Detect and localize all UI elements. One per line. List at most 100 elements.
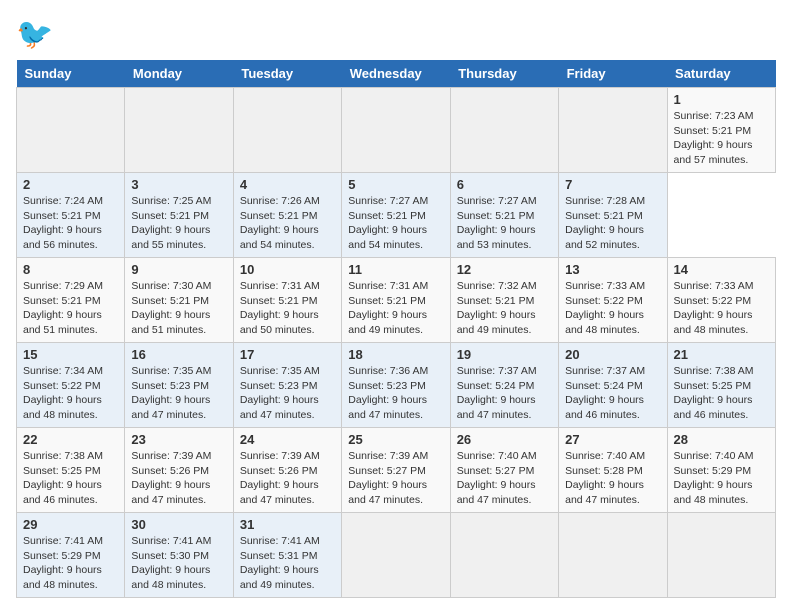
- calendar-cell: 3Sunrise: 7:25 AMSunset: 5:21 PMDaylight…: [125, 173, 233, 258]
- day-number: 18: [348, 347, 443, 362]
- calendar-cell: 12 Sunrise: 7:32 AMSunset: 5:21 PMDayligh…: [450, 258, 558, 343]
- calendar-cell: 31Sunrise: 7:41 AMSunset: 5:31 PMDayligh…: [233, 513, 341, 598]
- day-info: Sunrise: 7:39 AMSunset: 5:27 PMDaylight:…: [348, 449, 443, 508]
- day-info: Sunrise: 7:33 AMSunset: 5:22 PMDaylight:…: [565, 279, 660, 338]
- day-number: 30: [131, 517, 226, 532]
- calendar-cell: 19 Sunrise: 7:37 AMSunset: 5:24 PMDayligh…: [450, 343, 558, 428]
- calendar-cell: 4 Sunrise: 7:26 AMSunset: 5:21 PMDaylight…: [233, 173, 341, 258]
- svg-text:🐦: 🐦: [16, 18, 52, 51]
- day-number: 31: [240, 517, 335, 532]
- calendar-week-5: 29Sunrise: 7:41 AMSunset: 5:29 PMDayligh…: [17, 513, 776, 598]
- day-info: Sunrise: 7:24 AMSunset: 5:21 PMDaylight:…: [23, 194, 118, 253]
- day-number: 3: [131, 177, 226, 192]
- day-info: Sunrise: 7:32 AMSunset: 5:21 PMDaylight:…: [457, 279, 552, 338]
- calendar-table: SundayMondayTuesdayWednesdayThursdayFrid…: [16, 60, 776, 598]
- day-number: 16: [131, 347, 226, 362]
- calendar-cell: [559, 513, 667, 598]
- day-number: 29: [23, 517, 118, 532]
- day-info: Sunrise: 7:31 AMSunset: 5:21 PMDaylight:…: [240, 279, 335, 338]
- day-number: 9: [131, 262, 226, 277]
- calendar-cell: 15 Sunrise: 7:34 AMSunset: 5:22 PMDayligh…: [17, 343, 125, 428]
- calendar-cell: [450, 513, 558, 598]
- calendar-cell: 24Sunrise: 7:39 AMSunset: 5:26 PMDayligh…: [233, 428, 341, 513]
- day-number: 5: [348, 177, 443, 192]
- calendar-cell: 10Sunrise: 7:31 AMSunset: 5:21 PMDayligh…: [233, 258, 341, 343]
- calendar-cell: 26Sunrise: 7:40 AMSunset: 5:27 PMDayligh…: [450, 428, 558, 513]
- calendar-week-3: 15 Sunrise: 7:34 AMSunset: 5:22 PMDayligh…: [17, 343, 776, 428]
- calendar-cell: 1Sunrise: 7:23 AMSunset: 5:21 PMDaylight…: [667, 88, 775, 173]
- day-number: 7: [565, 177, 660, 192]
- day-info: Sunrise: 7:28 AMSunset: 5:21 PMDaylight:…: [565, 194, 660, 253]
- day-info: Sunrise: 7:40 AMSunset: 5:29 PMDaylight:…: [674, 449, 769, 508]
- calendar-cell: 8Sunrise: 7:29 AMSunset: 5:21 PMDaylight…: [17, 258, 125, 343]
- day-number: 21: [674, 347, 769, 362]
- calendar-cell: 5Sunrise: 7:27 AMSunset: 5:21 PMDaylight…: [342, 173, 450, 258]
- calendar-cell: 11 Sunrise: 7:31 AMSunset: 5:21 PMDayligh…: [342, 258, 450, 343]
- day-info: Sunrise: 7:26 AMSunset: 5:21 PMDaylight:…: [240, 194, 335, 253]
- column-header-sunday: Sunday: [17, 60, 125, 88]
- day-number: 12: [457, 262, 552, 277]
- day-number: 13: [565, 262, 660, 277]
- day-info: Sunrise: 7:37 AMSunset: 5:24 PMDaylight:…: [565, 364, 660, 423]
- day-info: Sunrise: 7:31 AMSunset: 5:21 PMDaylight:…: [348, 279, 443, 338]
- calendar-week-1: 2 Sunrise: 7:24 AMSunset: 5:21 PMDaylight…: [17, 173, 776, 258]
- day-info: Sunrise: 7:39 AMSunset: 5:26 PMDaylight:…: [240, 449, 335, 508]
- logo-icon: 🐦: [16, 16, 52, 52]
- day-info: Sunrise: 7:40 AMSunset: 5:28 PMDaylight:…: [565, 449, 660, 508]
- calendar-cell: 18 Sunrise: 7:36 AMSunset: 5:23 PMDayligh…: [342, 343, 450, 428]
- calendar-cell: 17Sunrise: 7:35 AMSunset: 5:23 PMDayligh…: [233, 343, 341, 428]
- day-number: 15: [23, 347, 118, 362]
- column-header-saturday: Saturday: [667, 60, 775, 88]
- calendar-cell: 28 Sunrise: 7:40 AMSunset: 5:29 PMDayligh…: [667, 428, 775, 513]
- day-info: Sunrise: 7:38 AMSunset: 5:25 PMDaylight:…: [674, 364, 769, 423]
- calendar-cell: 27 Sunrise: 7:40 AMSunset: 5:28 PMDayligh…: [559, 428, 667, 513]
- column-header-monday: Monday: [125, 60, 233, 88]
- calendar-cell: [450, 88, 558, 173]
- day-info: Sunrise: 7:34 AMSunset: 5:22 PMDaylight:…: [23, 364, 118, 423]
- calendar-cell: 23 Sunrise: 7:39 AMSunset: 5:26 PMDayligh…: [125, 428, 233, 513]
- day-number: 28: [674, 432, 769, 447]
- calendar-cell: 22Sunrise: 7:38 AMSunset: 5:25 PMDayligh…: [17, 428, 125, 513]
- calendar-cell: [667, 513, 775, 598]
- calendar-cell: [17, 88, 125, 173]
- calendar-cell: 29Sunrise: 7:41 AMSunset: 5:29 PMDayligh…: [17, 513, 125, 598]
- column-header-wednesday: Wednesday: [342, 60, 450, 88]
- day-number: 19: [457, 347, 552, 362]
- day-info: Sunrise: 7:37 AMSunset: 5:24 PMDaylight:…: [457, 364, 552, 423]
- calendar-cell: 16Sunrise: 7:35 AMSunset: 5:23 PMDayligh…: [125, 343, 233, 428]
- calendar-week-2: 8Sunrise: 7:29 AMSunset: 5:21 PMDaylight…: [17, 258, 776, 343]
- day-info: Sunrise: 7:39 AMSunset: 5:26 PMDaylight:…: [131, 449, 226, 508]
- day-number: 25: [348, 432, 443, 447]
- day-info: Sunrise: 7:30 AMSunset: 5:21 PMDaylight:…: [131, 279, 226, 338]
- day-number: 23: [131, 432, 226, 447]
- calendar-cell: [342, 513, 450, 598]
- day-number: 4: [240, 177, 335, 192]
- day-number: 2: [23, 177, 118, 192]
- calendar-cell: [342, 88, 450, 173]
- day-number: 8: [23, 262, 118, 277]
- day-info: Sunrise: 7:41 AMSunset: 5:30 PMDaylight:…: [131, 534, 226, 593]
- day-number: 6: [457, 177, 552, 192]
- page-header: 🐦: [16, 16, 776, 52]
- calendar-cell: 21 Sunrise: 7:38 AMSunset: 5:25 PMDayligh…: [667, 343, 775, 428]
- column-header-tuesday: Tuesday: [233, 60, 341, 88]
- header-row: SundayMondayTuesdayWednesdayThursdayFrid…: [17, 60, 776, 88]
- calendar-cell: [233, 88, 341, 173]
- day-number: 27: [565, 432, 660, 447]
- day-number: 20: [565, 347, 660, 362]
- day-info: Sunrise: 7:36 AMSunset: 5:23 PMDaylight:…: [348, 364, 443, 423]
- day-number: 22: [23, 432, 118, 447]
- column-header-friday: Friday: [559, 60, 667, 88]
- day-number: 11: [348, 262, 443, 277]
- calendar-cell: 7 Sunrise: 7:28 AMSunset: 5:21 PMDaylight…: [559, 173, 667, 258]
- day-info: Sunrise: 7:35 AMSunset: 5:23 PMDaylight:…: [240, 364, 335, 423]
- logo: 🐦: [16, 16, 56, 52]
- calendar-cell: 25 Sunrise: 7:39 AMSunset: 5:27 PMDayligh…: [342, 428, 450, 513]
- day-info: Sunrise: 7:27 AMSunset: 5:21 PMDaylight:…: [457, 194, 552, 253]
- column-header-thursday: Thursday: [450, 60, 558, 88]
- calendar-cell: 20 Sunrise: 7:37 AMSunset: 5:24 PMDayligh…: [559, 343, 667, 428]
- day-number: 14: [674, 262, 769, 277]
- calendar-cell: 2 Sunrise: 7:24 AMSunset: 5:21 PMDaylight…: [17, 173, 125, 258]
- calendar-week-0: 1Sunrise: 7:23 AMSunset: 5:21 PMDaylight…: [17, 88, 776, 173]
- day-number: 1: [674, 92, 769, 107]
